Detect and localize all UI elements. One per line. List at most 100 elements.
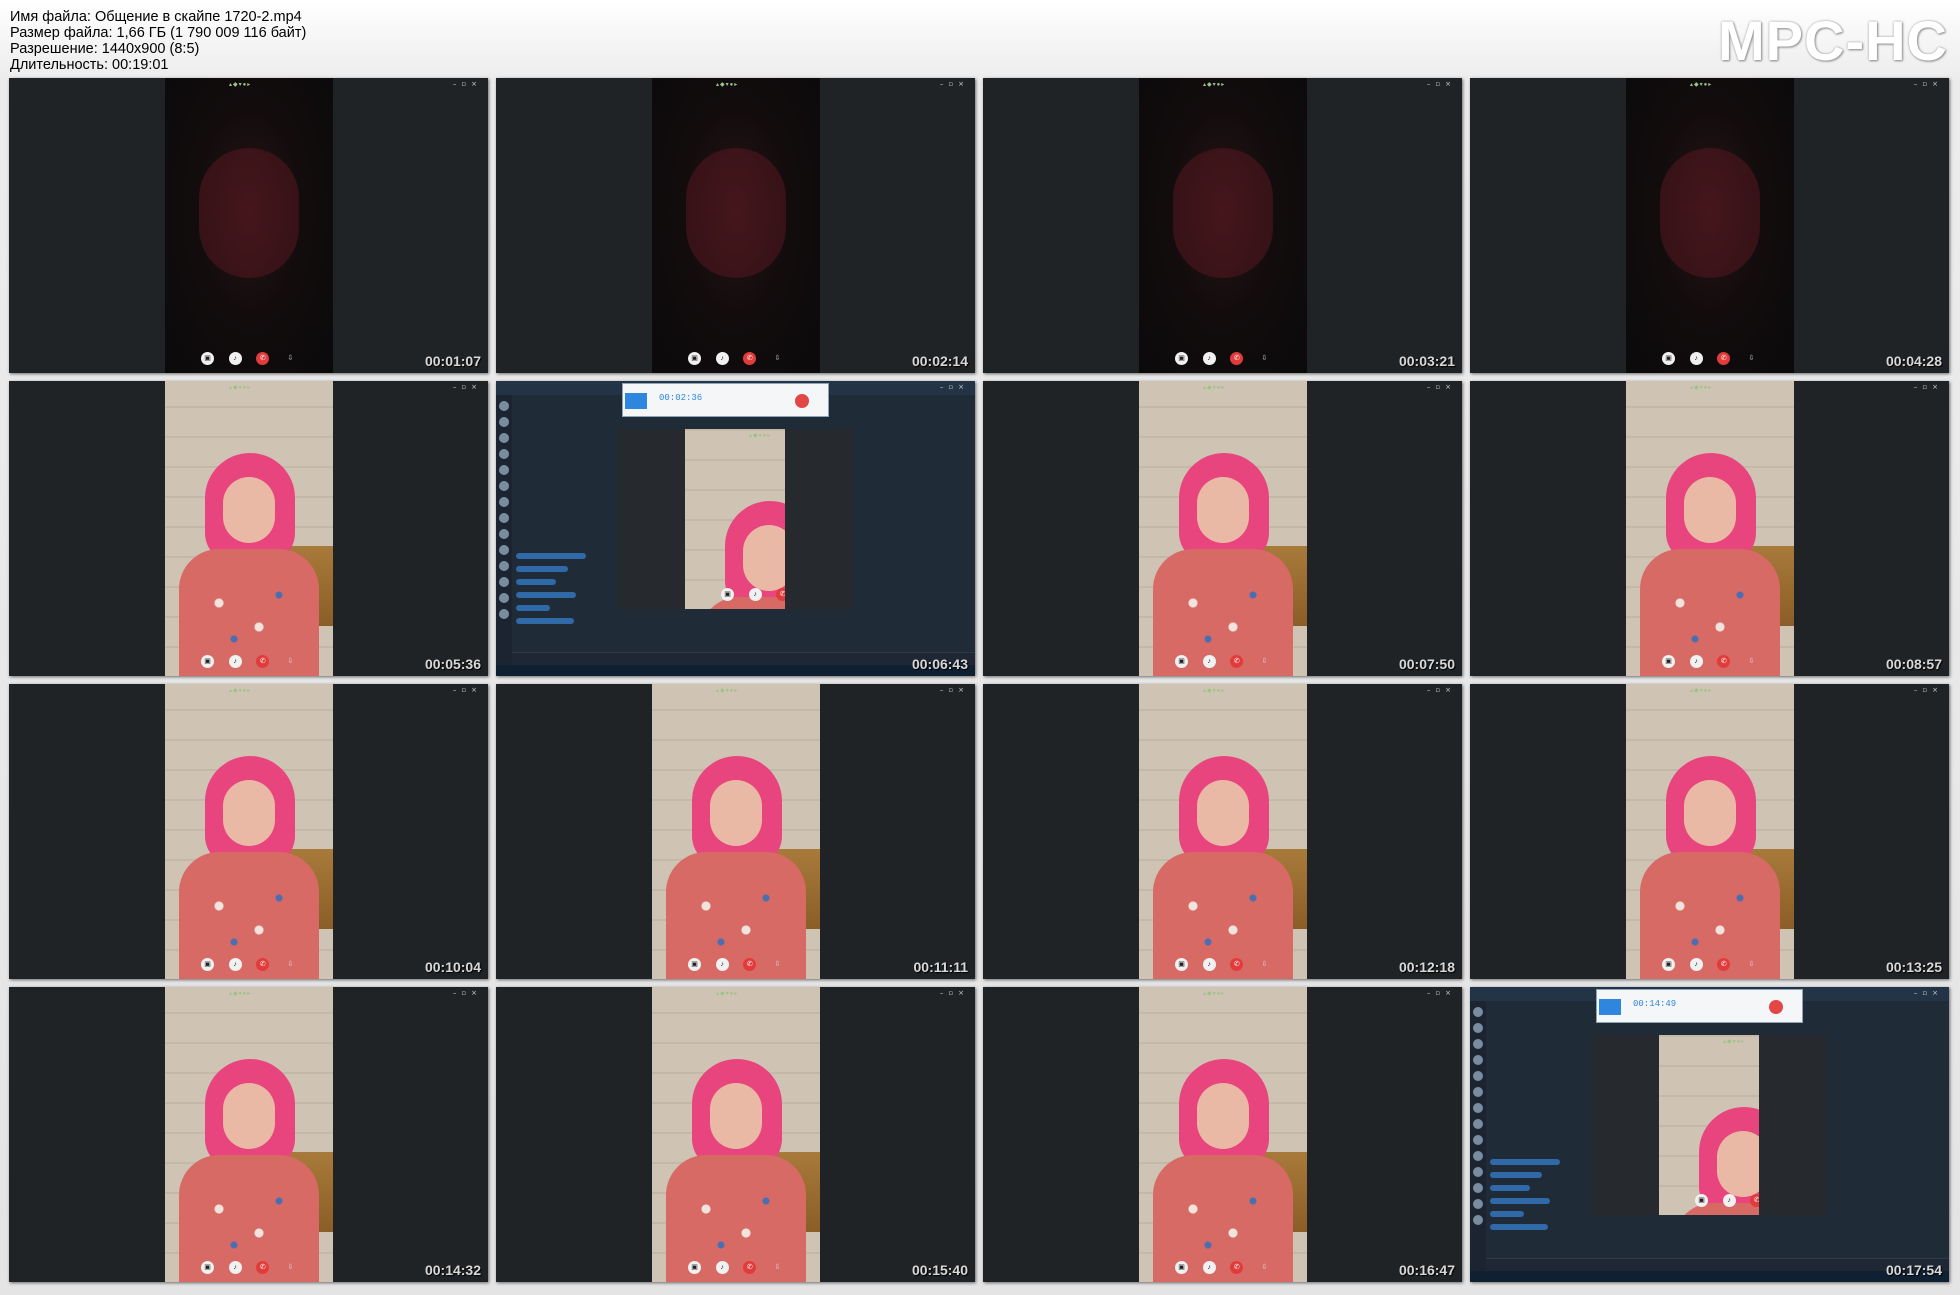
window-buttons: –▫× (452, 383, 482, 391)
video-icon: ▣ (688, 957, 701, 971)
timestamp: 00:05:36 (424, 656, 481, 672)
face (223, 780, 275, 846)
thumbnail: ▴◆▾●▸ ▣ ♪ ✆ ⇩ –▫× 00:01:07 (9, 78, 488, 373)
chat-bubble (1490, 1172, 1542, 1178)
mic-icon: ♪ (228, 1260, 242, 1274)
contact-avatar (1473, 1183, 1483, 1193)
video-icon: ▣ (201, 351, 214, 365)
video-icon: ▣ (1662, 654, 1675, 668)
mic-icon: ♪ (1202, 957, 1216, 971)
record-stop-icon (795, 394, 809, 408)
mic-icon: ♪ (1689, 351, 1703, 365)
video-icon: ▣ (1175, 1260, 1188, 1274)
window-buttons: –▫× (1913, 80, 1943, 88)
windows-taskbar (496, 665, 975, 676)
timestamp: 00:02:14 (911, 353, 968, 369)
call-controls: ▣♪✆⇩ (201, 1258, 297, 1276)
contact-avatar (1473, 1023, 1483, 1033)
speaker-icon: ⇩ (1261, 960, 1268, 968)
speaker-icon: ⇩ (1261, 1263, 1268, 1271)
timestamp: 00:11:11 (913, 959, 969, 975)
call-controls: ▣♪✆⇩ (1175, 349, 1271, 367)
call-controls: ▣♪✆⇩ (1695, 1191, 1759, 1209)
contact-avatar (1473, 1215, 1483, 1225)
speaker-icon: ⇩ (774, 960, 781, 968)
thumbnail: ▴◆▾●▸ ▣ ♪ ✆ ⇩ –▫× 00:13:25 (1470, 684, 1949, 979)
recorder-time: 00:14:49 (1633, 999, 1677, 1009)
hangup-icon: ✆ (1230, 957, 1244, 971)
speaker-icon: ⇩ (1748, 354, 1755, 362)
video-icon: ▣ (201, 957, 214, 971)
thumbnail: ▴◆▾●▸ ▣ ♪ ✆ ⇩ –▫× 00:02:14 (496, 78, 975, 373)
timestamp: 00:03:21 (1398, 353, 1455, 369)
timestamp: 00:13:25 (1885, 959, 1942, 975)
phone-status-icons: ▴◆▾●▸ (229, 385, 252, 391)
thumbnail-grid: ▴◆▾●▸ ▣ ♪ ✆ ⇩ –▫× 00:01:07 ▴◆▾●▸ ▣ ♪ ✆ ⇩ –▫× 00:02:14… (9, 78, 1955, 1288)
contact-avatar (499, 449, 509, 459)
record-target-icon (625, 393, 647, 409)
thumbnail: ▴◆▾●▸ ▣ ♪ ✆ ⇩ –▫× 00:16:47 (983, 987, 1462, 1282)
recorder-time: 00:02:36 (659, 393, 703, 403)
call-window: ▴◆▾●▸ ▣♪✆⇩ (1591, 1035, 1826, 1215)
hangup-icon: ✆ (1750, 1193, 1759, 1207)
file-size: Размер файла: 1,66 ГБ (1 790 009 116 бай… (10, 25, 307, 41)
chat-bubble (1490, 1211, 1524, 1217)
phone-video: ▴◆▾●▸ ▣ ♪ ✆ ⇩ (1626, 78, 1794, 373)
face (743, 525, 785, 591)
face (710, 1083, 762, 1149)
speaker-icon: ⇩ (287, 960, 294, 968)
contact-avatar (1473, 1167, 1483, 1177)
thumbnail: ▴◆▾●▸ ▣ ♪ ✆ ⇩ –▫× 00:04:28 (1470, 78, 1949, 373)
phone-status-icons: ▴◆▾●▸ (229, 991, 252, 997)
phone-video: ▴◆▾●▸ ▣ ♪ ✆ ⇩ (1626, 684, 1794, 979)
mpc-hc-logo: MPC-HC (1718, 9, 1948, 72)
contact-avatar (499, 529, 509, 539)
call-window: ▴◆▾●▸▣♪✆⇩ (617, 429, 852, 609)
window-buttons: –▫× (1913, 383, 1943, 391)
call-controls: ▣♪✆⇩ (1662, 652, 1758, 670)
video-icon: ▣ (1695, 1193, 1708, 1207)
speaker-icon: ⇩ (287, 657, 294, 665)
window-buttons: –▫× (1426, 383, 1456, 391)
call-controls: ▣♪✆⇩ (688, 1258, 784, 1276)
speaker-icon: ⇩ (774, 1263, 781, 1271)
phone-video: ▴◆▾●▸ ▣ ♪ ✆ ⇩ (1626, 381, 1794, 676)
window-buttons: –▫× (1426, 80, 1456, 88)
call-controls: ▣♪✆⇩ (201, 652, 297, 670)
timestamp: 00:06:43 (911, 656, 968, 672)
phone-video: ▴◆▾●▸ ▣ ♪ ✆ ⇩ (1139, 78, 1307, 373)
timestamp: 00:10:04 (424, 959, 481, 975)
contact-avatar (1473, 1007, 1483, 1017)
chat-messages (516, 546, 606, 646)
chat-bubble (516, 618, 574, 624)
phone-status-icons: ▴◆▾●▸ (1203, 82, 1226, 88)
phone-video: ▴◆▾●▸ ▣ ♪ ✆ ⇩ (1139, 684, 1307, 979)
face (1684, 477, 1736, 543)
chat-bubble (516, 605, 550, 611)
contact-avatar (1473, 1199, 1483, 1209)
call-controls: ▣♪✆⇩ (688, 955, 784, 973)
contact-avatar (499, 465, 509, 475)
message-input (512, 652, 975, 665)
window-buttons: –▫× (1913, 686, 1943, 694)
chat-bubble (516, 566, 568, 572)
phone-status-icons: ▴◆▾●▸ (1203, 991, 1226, 997)
message-input (1486, 1258, 1949, 1271)
call-controls: ▣♪✆⇩ (1175, 652, 1271, 670)
video-icon: ▣ (201, 654, 214, 668)
phone-video: ▴◆▾●▸ ▣ ♪ ✆ ⇩ (165, 987, 333, 1282)
speaker-icon: ⇩ (287, 354, 294, 362)
phone-video: ▴◆▾●▸ ▣ ♪ ✆ ⇩ (652, 987, 820, 1282)
file-info: Имя файла: Общение в скайпе 1720-2.mp4 Р… (10, 9, 306, 73)
thumbnail: ▴◆▾●▸ ▣ ♪ ✆ ⇩ –▫× 00:08:57 (1470, 381, 1949, 676)
dim-face (1173, 148, 1273, 278)
hangup-icon: ✆ (776, 587, 785, 601)
face (1197, 780, 1249, 846)
thumbnail: ▴◆▾●▸ ▣ ♪ ✆ ⇩ –▫× 00:11:11 (496, 684, 975, 979)
timestamp: 00:08:57 (1885, 656, 1942, 672)
video-icon: ▣ (1662, 957, 1675, 971)
phone-status-icons: ▴◆▾●▸ (1723, 1039, 1746, 1045)
face (223, 1083, 275, 1149)
timestamp: 00:16:47 (1398, 1262, 1455, 1278)
record-target-icon (1599, 999, 1621, 1015)
